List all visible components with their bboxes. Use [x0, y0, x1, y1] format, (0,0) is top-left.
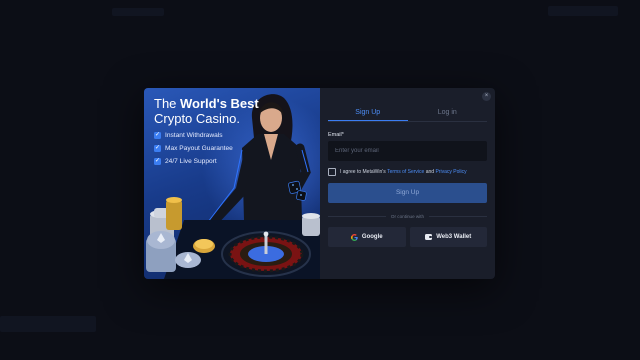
checkbox-checked-icon: ✓ [154, 144, 161, 152]
privacy-policy-link[interactable]: Privacy Policy [435, 169, 466, 175]
google-label: Google [361, 234, 383, 240]
checkbox-checked-icon: ✓ [154, 131, 161, 139]
promo-title-highlight: World's Best [180, 96, 259, 111]
feature-item: ✓ Instant Withdrawals [154, 129, 233, 141]
terms-text-prefix: I agree to MetaWin's [340, 169, 386, 175]
terms-agreement: I agree to MetaWin's Terms of Service an… [328, 168, 467, 176]
signup-form-panel: × Sign Up Log in Email* I agree to MetaW… [320, 88, 495, 279]
feature-item: ✓ Max Payout Guarantee [154, 142, 233, 154]
email-field[interactable] [328, 141, 487, 161]
promo-panel: The World's Best Crypto Casino. ✓ Instan… [144, 88, 320, 279]
background-header-item [548, 6, 618, 16]
terms-text-and: and [425, 169, 435, 175]
background-sidebar-item [0, 316, 96, 332]
feature-item: ✓ 24/7 Live Support [154, 155, 233, 167]
divider-line [429, 215, 488, 217]
web3-wallet-button[interactable]: Web3 Wallet [409, 227, 487, 247]
auth-tabs: Sign Up Log in [328, 106, 487, 122]
feature-label: Instant Withdrawals [165, 131, 223, 139]
promo-title-prefix: The [154, 96, 181, 111]
divider-line [328, 215, 386, 217]
social-login-row: Google Web3 Wallet [328, 227, 487, 247]
signup-modal: The World's Best Crypto Casino. ✓ Instan… [144, 88, 495, 279]
promo-title-line2: Crypto Casino. [154, 111, 240, 126]
email-label: Email* [328, 132, 344, 138]
divider-text: Or continue with [390, 213, 425, 219]
feature-label: 24/7 Live Support [165, 157, 217, 165]
terms-of-service-link[interactable]: Terms of Service [387, 169, 424, 175]
checkbox-checked-icon: ✓ [154, 157, 161, 165]
wallet-icon [425, 234, 433, 240]
feature-label: Max Payout Guarantee [165, 144, 233, 152]
social-divider: Or continue with [328, 213, 488, 219]
background-header-item [112, 8, 164, 16]
google-icon [350, 233, 358, 241]
feature-list: ✓ Instant Withdrawals ✓ Max Payout Guara… [154, 129, 233, 168]
tab-sign-up[interactable]: Sign Up [328, 106, 408, 121]
promo-title: The World's Best Crypto Casino. [154, 96, 259, 126]
google-login-button[interactable]: Google [328, 227, 406, 247]
tab-log-in[interactable]: Log in [408, 106, 488, 121]
web3-wallet-label: Web3 Wallet [436, 234, 472, 240]
sign-up-button[interactable]: Sign Up [328, 183, 487, 203]
terms-checkbox[interactable] [328, 168, 336, 176]
close-icon[interactable]: × [482, 92, 491, 101]
